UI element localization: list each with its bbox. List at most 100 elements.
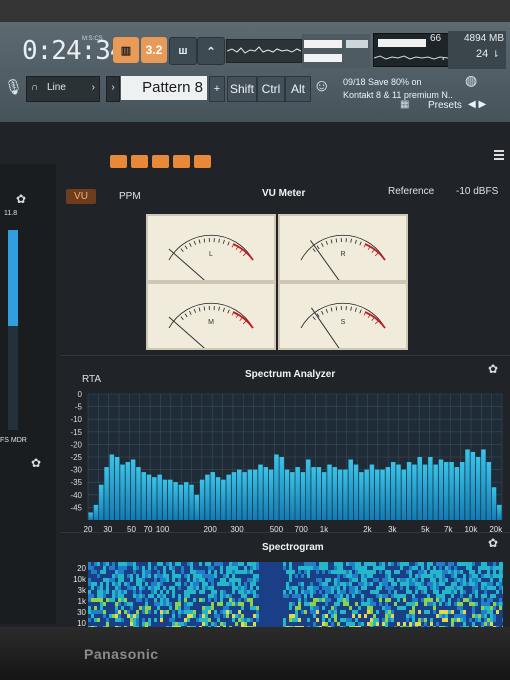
spectrogram-cell <box>334 582 337 586</box>
reference-value[interactable]: -10 dBFS <box>456 186 498 197</box>
spectrogram-cell <box>157 578 160 582</box>
spectrogram-cell <box>139 586 142 590</box>
levels-view-icon[interactable] <box>194 155 211 168</box>
spectrogram-cell <box>118 562 121 566</box>
spectrogram-cell <box>346 598 349 602</box>
spectrogram-cell <box>502 586 503 590</box>
volume-bar[interactable] <box>346 40 368 48</box>
spectrogram-cell <box>109 598 112 602</box>
spectrogram-cell <box>139 574 142 578</box>
tab-vu[interactable]: VU <box>66 189 96 204</box>
spectrogram-cell <box>385 614 388 618</box>
plugin-window: 11.8 ✿ FS MDR ✿ R VU PPM VU Meter Refere… <box>0 122 510 627</box>
preset-arrows-icon[interactable]: ◀ ▶ <box>468 99 486 110</box>
spectrogram-cell <box>460 602 463 606</box>
spectrogram-cell <box>163 586 166 590</box>
menu-icon[interactable] <box>494 150 504 162</box>
spectrogram-cell <box>379 610 382 614</box>
ctrl-button[interactable]: Ctrl <box>257 76 285 102</box>
spectrogram-cell <box>154 618 157 622</box>
spectrogram-cell <box>121 574 124 578</box>
spectrogram-cell <box>289 610 292 614</box>
spectrogram-cell <box>445 622 448 626</box>
spectrogram-cell <box>355 590 358 594</box>
spectrogram-cell <box>298 586 301 590</box>
bars-view-icon[interactable] <box>110 155 127 168</box>
spectrogram-cell <box>241 566 244 570</box>
alt-button[interactable]: Alt <box>285 76 311 102</box>
spectrogram-cell <box>166 598 169 602</box>
spectrogram-cell <box>169 590 172 594</box>
spectrogram-cell <box>163 574 166 578</box>
spectrogram-cell <box>379 578 382 582</box>
spectrogram-cell <box>163 582 166 586</box>
left-gear-icon[interactable]: ✿ <box>16 192 26 206</box>
spectrogram-cell <box>193 578 196 582</box>
mixer-icon[interactable]: ш <box>169 37 197 65</box>
spectrogram-cell <box>475 594 478 598</box>
input-select[interactable]: ∩ Line › <box>26 76 100 102</box>
spectrogram-cell <box>250 602 253 606</box>
tempo-button[interactable]: 3.2 <box>141 37 167 63</box>
spectrogram-cell <box>115 614 118 618</box>
spectrogram-cell <box>238 566 241 570</box>
spectrogram-cell <box>475 602 478 606</box>
add-pattern-button[interactable]: + <box>209 76 225 102</box>
spectrogram-cell <box>112 582 115 586</box>
spectrogram-cell <box>307 610 310 614</box>
spectrogram-gear-icon[interactable]: ✿ <box>488 536 498 550</box>
mic-icon[interactable]: 🎙 <box>0 76 23 100</box>
spectrum-gear-icon[interactable]: ✿ <box>488 362 498 376</box>
hint-bar[interactable]: 09/18 Save 80% on Kontakt 8 & 11 premium… <box>343 76 453 102</box>
spectrogram-cell <box>310 614 313 618</box>
presets-label[interactable]: Presets <box>428 100 462 111</box>
spectrogram-cell <box>412 614 415 618</box>
hint-icon[interactable]: ☺ <box>313 76 337 100</box>
meter-view-icon[interactable] <box>131 155 148 168</box>
spectrogram-cell <box>265 622 268 626</box>
spectrogram-cell <box>223 618 226 622</box>
piano-roll-icon[interactable]: ▥ <box>113 37 139 63</box>
spectrogram-cell <box>256 618 259 622</box>
spectrogram-cell <box>457 578 460 582</box>
song-time[interactable]: 0:24:34 <box>22 36 126 66</box>
spectrogram-cell <box>136 578 139 582</box>
graph-view-icon[interactable] <box>173 155 190 168</box>
spectrogram-cell <box>361 570 364 574</box>
spectrogram-cell <box>412 562 415 566</box>
browser-icon[interactable]: ⌃ <box>197 37 225 65</box>
image-view-icon[interactable] <box>152 155 169 168</box>
spectrogram-cell <box>304 622 307 626</box>
spectrogram-cell <box>499 610 502 614</box>
spectrogram-cell <box>280 574 283 578</box>
spectrogram-cell <box>322 562 325 566</box>
spectrogram-cell <box>493 610 496 614</box>
tab-ppm[interactable]: PPM <box>119 191 141 202</box>
preset-grid-icon[interactable]: ▦ <box>400 99 409 110</box>
spectrum-bar <box>215 477 221 520</box>
spectrogram-cell <box>217 574 220 578</box>
globe-icon[interactable]: ◍ <box>465 72 477 89</box>
pattern-arrow-icon[interactable]: › <box>106 76 120 102</box>
spectrogram-cell <box>355 622 358 626</box>
spectrogram-cell <box>400 582 403 586</box>
spectrogram-cell <box>475 598 478 602</box>
spectrogram-cell <box>391 602 394 606</box>
spectrogram-cell <box>97 590 100 594</box>
spectrogram-cell <box>490 586 493 590</box>
spectrogram-cell <box>475 574 478 578</box>
spectrogram-cell <box>289 582 292 586</box>
spectrogram-cell <box>319 622 322 626</box>
spectrogram-cell <box>349 566 352 570</box>
pattern-selector[interactable]: Pattern 8 <box>121 76 207 100</box>
spectrogram-cell <box>109 606 112 610</box>
spectrogram-cell <box>103 594 106 598</box>
shift-button[interactable]: Shift <box>227 76 257 102</box>
spectrogram-cell <box>454 610 457 614</box>
spectrogram-cell <box>274 606 277 610</box>
spectrogram-cell <box>178 582 181 586</box>
spectrogram-cell <box>298 574 301 578</box>
spectrogram-cell <box>283 610 286 614</box>
spectrogram-cell <box>199 566 202 570</box>
left-gear-icon-2[interactable]: ✿ <box>31 456 41 470</box>
